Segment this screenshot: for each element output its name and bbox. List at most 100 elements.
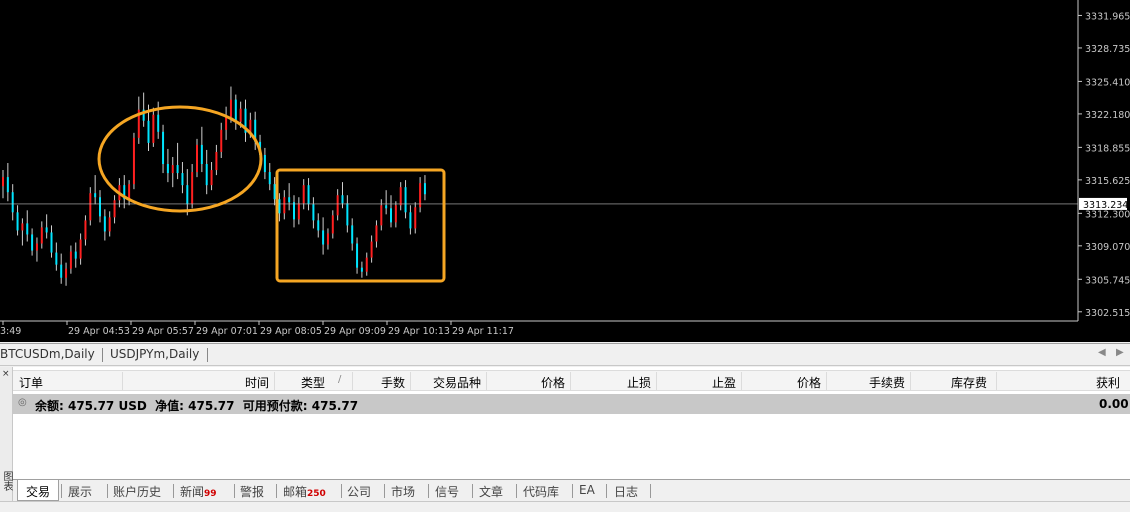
candle-body <box>288 197 291 203</box>
column-order[interactable]: 订单 <box>19 374 43 391</box>
candle-body <box>79 239 82 259</box>
terminal-tab-10[interactable]: 代码库 <box>523 483 559 500</box>
terminal-tab-label: 账户历史 <box>113 485 162 499</box>
candle-body <box>225 116 228 130</box>
column-symbol[interactable]: 交易品种 <box>433 374 481 391</box>
candle-body <box>132 137 135 185</box>
terminal-tab-7[interactable]: 市场 <box>391 483 415 500</box>
candle-body <box>99 197 101 217</box>
symbol-tab-usdjpym[interactable]: USDJPYm,Daily <box>110 347 199 361</box>
column-swap[interactable]: 库存费 <box>951 374 987 391</box>
time-tick-label: 29 Apr 10:13 <box>388 326 450 337</box>
column-commission[interactable]: 手续费 <box>869 374 905 391</box>
close-icon[interactable]: × <box>2 369 10 379</box>
column-take-profit[interactable]: 止盈 <box>712 374 736 391</box>
candle-body <box>409 212 412 229</box>
tab-divider <box>61 484 62 498</box>
balance-profit: 0.00 <box>1099 397 1129 411</box>
terminal-tab-4[interactable]: 警报 <box>240 483 264 500</box>
candle-body <box>74 251 77 259</box>
status-bar <box>0 501 1130 512</box>
scroll-right-icon[interactable]: ▶ <box>1116 347 1124 358</box>
column-divider <box>352 372 353 390</box>
candle-body <box>60 264 63 278</box>
time-tick-label: 3:49 <box>0 326 21 337</box>
column-divider <box>656 372 657 390</box>
balance-row[interactable]: ◎ 余额: 475.77 USD 净值: 475.77 可用预付款: 475.7… <box>13 394 1130 414</box>
terminal-tab-label: 日志 <box>614 485 639 499</box>
column-current-price[interactable]: 价格 <box>797 374 821 391</box>
terminal-tab-8[interactable]: 信号 <box>435 483 459 500</box>
candle-body <box>273 184 276 200</box>
candle-body <box>375 225 378 242</box>
time-tick-label: 29 Apr 07:01 <box>196 326 258 337</box>
candle-body <box>210 170 213 186</box>
annotation-rectangle[interactable] <box>275 168 446 283</box>
candle-body <box>69 251 72 269</box>
column-profit[interactable]: 获利 <box>1096 374 1120 391</box>
terminal-tab-label: 文章 <box>479 485 504 499</box>
candle-body <box>331 215 334 234</box>
time-tick-label: 29 Apr 08:05 <box>260 326 322 337</box>
candle-body <box>35 243 38 251</box>
candle-body <box>40 227 43 244</box>
candle-body <box>65 268 68 278</box>
annotation-ellipse[interactable] <box>97 105 263 213</box>
terminal-tab-5[interactable]: 邮箱250 <box>283 483 326 500</box>
candle-body <box>162 131 165 165</box>
terminal-tab-1[interactable]: 展示 <box>68 483 92 500</box>
candle-body <box>336 195 339 216</box>
column-divider <box>741 372 742 390</box>
column-time[interactable]: 时间 <box>245 374 269 391</box>
price-tick-label: 3302.515 <box>1085 308 1130 319</box>
candle-body <box>11 192 14 213</box>
terminal-tab-12[interactable]: 日志 <box>614 483 638 500</box>
tab-divider <box>572 484 573 498</box>
column-stop-loss[interactable]: 止损 <box>627 374 651 391</box>
price-axis: 3331.965 3328.735 3325.410 3322.180 3318.855… <box>1078 11 1130 319</box>
candle-body <box>2 177 4 187</box>
candle-body <box>166 164 169 174</box>
candle-body <box>21 223 24 231</box>
candle-body <box>312 204 315 221</box>
column-type[interactable]: 类型 <box>301 374 325 391</box>
terminal-tab-3[interactable]: 新闻99 <box>180 483 217 500</box>
column-lots[interactable]: 手数 <box>381 374 405 391</box>
time-tick-label: 29 Apr 09:09 <box>324 326 386 337</box>
candle-body <box>360 267 363 272</box>
symbol-tab-btcusdm[interactable]: BTCUSDm,Daily <box>0 347 95 361</box>
candle-body <box>113 200 116 218</box>
candle-body <box>16 212 19 231</box>
column-divider <box>826 372 827 390</box>
price-tick-label: 3312.300 <box>1085 209 1130 220</box>
terminal-tab-11[interactable]: EA <box>579 483 595 497</box>
candle-body <box>234 99 237 122</box>
terminal-tab-label: 代码库 <box>523 485 560 499</box>
terminal-tab-2[interactable]: 账户历史 <box>113 483 161 500</box>
price-tick-label: 3315.625 <box>1085 176 1130 187</box>
terminal-tab-9[interactable]: 文章 <box>479 483 503 500</box>
tab-divider <box>516 484 517 498</box>
scroll-left-icon[interactable]: ◀ <box>1098 347 1106 358</box>
terminal-tab-label: 信号 <box>435 485 460 499</box>
candle-body <box>346 203 349 226</box>
candle-body <box>297 203 300 220</box>
column-divider <box>996 372 997 390</box>
chart-canvas[interactable]: 3313.234 3331.965 3328.735 3325.410 3322.18… <box>0 0 1130 342</box>
candle-body <box>200 144 203 165</box>
terminal-tab-label: 公司 <box>347 485 372 499</box>
tab-badge: 99 <box>204 489 217 499</box>
price-chart[interactable]: 3313.234 3331.965 3328.735 3325.410 3322.18… <box>0 0 1130 342</box>
terminal-tab-6[interactable]: 公司 <box>347 483 371 500</box>
candle-body <box>385 205 388 209</box>
candle-body <box>423 183 426 195</box>
tab-divider <box>341 484 342 498</box>
terminal-tab-bar: 交易 展示 账户历史 新闻99 警报 邮箱250 公司 市场 信号 文章 代码库 EA 日志 <box>13 479 1130 501</box>
candle-body <box>239 108 242 122</box>
terminal-tab-0[interactable]: 交易 <box>17 480 60 501</box>
tab-divider <box>384 484 385 498</box>
candle-body <box>26 223 29 235</box>
candle-body <box>263 154 266 173</box>
column-open-price[interactable]: 价格 <box>541 374 565 391</box>
candle-body <box>341 195 344 204</box>
